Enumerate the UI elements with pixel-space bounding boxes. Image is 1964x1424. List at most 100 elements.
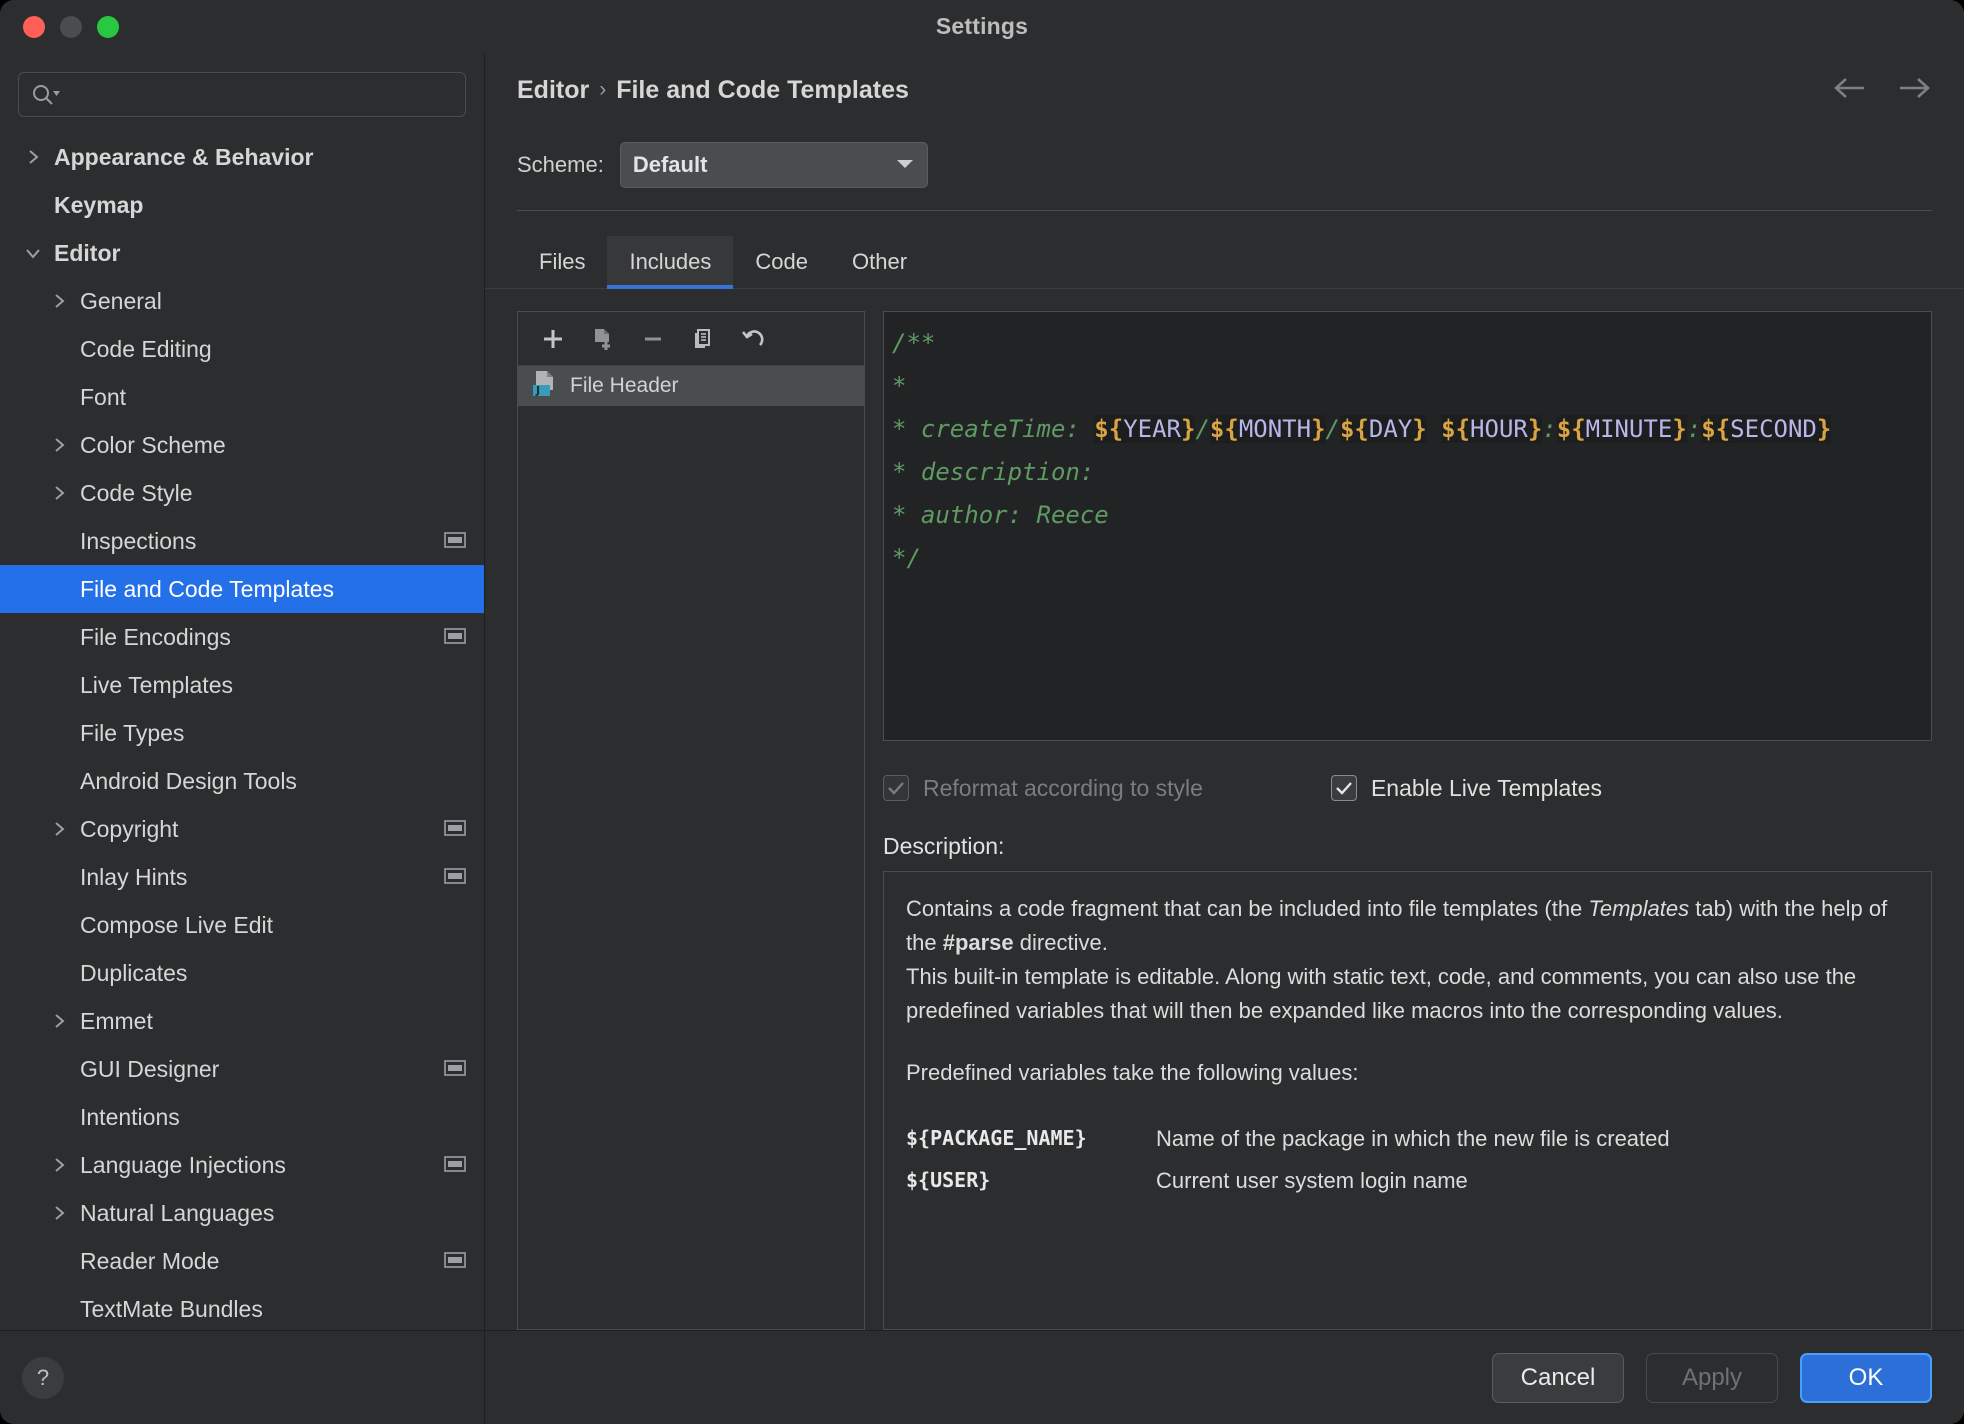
- sidebar-item-inlay-hints[interactable]: Inlay Hints: [0, 853, 484, 901]
- sidebar-item-color-scheme[interactable]: Color Scheme: [0, 421, 484, 469]
- sidebar-item-label: Appearance & Behavior: [54, 143, 314, 170]
- scheme-dropdown[interactable]: Default: [619, 142, 928, 188]
- breadcrumb-parent[interactable]: Editor: [517, 76, 589, 105]
- template-variable: ${HOUR}: [1441, 415, 1543, 443]
- code-line: * createTime: ${YEAR}/${MONTH}/${DAY} ${…: [892, 408, 1931, 451]
- chevron-right-icon[interactable]: [44, 1012, 74, 1030]
- tab-includes[interactable]: Includes: [607, 236, 734, 289]
- code-punctuation: /: [1325, 415, 1340, 443]
- sidebar-item-file-types[interactable]: File Types: [0, 709, 484, 757]
- dialog-footer: Cancel Apply OK: [485, 1330, 1964, 1424]
- chevron-right-icon[interactable]: [44, 484, 74, 502]
- chevron-right-icon[interactable]: [18, 148, 48, 166]
- predefined-variables-table: ${PACKAGE_NAME} Name of the package in wh…: [906, 1118, 1909, 1202]
- variable-row: ${PACKAGE_NAME} Name of the package in wh…: [906, 1118, 1909, 1160]
- sidebar-item-file-and-code-templates[interactable]: File and Code Templates: [0, 565, 484, 613]
- sidebar-item-copyright[interactable]: Copyright: [0, 805, 484, 853]
- code-line: /**: [892, 322, 1931, 365]
- sidebar-item-emmet[interactable]: Emmet: [0, 997, 484, 1045]
- remove-icon[interactable]: [634, 320, 672, 358]
- description-paragraph-1: Contains a code fragment that can be inc…: [906, 896, 1888, 1023]
- duplicate-icon[interactable]: [684, 320, 722, 358]
- template-variable: ${SECOND}: [1701, 415, 1832, 443]
- code-comment: * createTime:: [892, 415, 1095, 443]
- search-input[interactable]: [69, 84, 453, 105]
- settings-tree[interactable]: Appearance & Behavior Keymap Editor General…: [0, 127, 484, 1330]
- sidebar-item-keymap[interactable]: Keymap: [0, 181, 484, 229]
- copy-file-icon[interactable]: [584, 320, 622, 358]
- template-list[interactable]: J File Header: [518, 366, 864, 1329]
- tab-label: Files: [539, 249, 586, 274]
- chevron-down-icon: [895, 156, 915, 175]
- code-comment: * description:: [892, 458, 1095, 486]
- settings-sync-icon: [444, 624, 466, 651]
- sidebar-item-android-design-tools[interactable]: Android Design Tools: [0, 757, 484, 805]
- template-code-editor[interactable]: /** * * createTime: ${YEAR}/${MONTH}/${D…: [883, 311, 1932, 741]
- breadcrumb-separator: ›: [599, 78, 607, 101]
- sidebar-item-code-style[interactable]: Code Style: [0, 469, 484, 517]
- sidebar-item-general[interactable]: General: [0, 277, 484, 325]
- settings-sidebar: Appearance & Behavior Keymap Editor General…: [0, 54, 485, 1424]
- apply-button: Apply: [1646, 1352, 1778, 1403]
- chevron-right-icon[interactable]: [44, 1156, 74, 1174]
- template-list-item[interactable]: J File Header: [518, 366, 864, 406]
- sidebar-item-label: General: [80, 287, 162, 314]
- variables-intro: Predefined variables take the following …: [906, 1060, 1359, 1085]
- code-punctuation: /: [1195, 415, 1210, 443]
- code-comment: */: [892, 544, 921, 572]
- window-body: Appearance & Behavior Keymap Editor General…: [0, 54, 1964, 1424]
- sidebar-item-label: File Encodings: [80, 623, 231, 650]
- sidebar-item-file-encodings[interactable]: File Encodings: [0, 613, 484, 661]
- sidebar-item-label: Language Injections: [80, 1151, 286, 1178]
- sidebar-item-textmate-bundles[interactable]: TextMate Bundles: [0, 1285, 484, 1330]
- settings-sync-icon: [444, 1152, 466, 1179]
- template-list-toolbar: [518, 312, 864, 366]
- svg-text:J: J: [535, 384, 540, 397]
- sidebar-item-label: Code Style: [80, 479, 193, 506]
- sidebar-item-language-injections[interactable]: Language Injections: [0, 1141, 484, 1189]
- java-file-icon: J: [532, 369, 558, 403]
- code-line: * description:: [892, 451, 1931, 494]
- search-box[interactable]: [18, 72, 466, 117]
- chevron-right-icon[interactable]: [44, 820, 74, 838]
- sidebar-item-code-editing[interactable]: Code Editing: [0, 325, 484, 373]
- chevron-right-icon[interactable]: [44, 292, 74, 310]
- divider: [517, 210, 1932, 211]
- sidebar-item-label: Copyright: [80, 815, 179, 842]
- sidebar-item-inspections[interactable]: Inspections: [0, 517, 484, 565]
- code-line: *: [892, 365, 1931, 408]
- reset-icon[interactable]: [734, 320, 772, 358]
- tab-other[interactable]: Other: [830, 236, 929, 288]
- sidebar-item-live-templates[interactable]: Live Templates: [0, 661, 484, 709]
- sidebar-item-reader-mode[interactable]: Reader Mode: [0, 1237, 484, 1285]
- enable-live-templates-checkbox[interactable]: Enable Live Templates: [1330, 775, 1602, 802]
- ok-button[interactable]: OK: [1800, 1352, 1932, 1403]
- back-arrow-icon[interactable]: [1832, 75, 1868, 106]
- help-icon[interactable]: ?: [22, 1356, 64, 1399]
- sidebar-item-compose-live-edit[interactable]: Compose Live Edit: [0, 901, 484, 949]
- tab-code[interactable]: Code: [733, 236, 830, 288]
- sidebar-item-editor[interactable]: Editor: [0, 229, 484, 277]
- sidebar-item-label: Keymap: [54, 191, 144, 218]
- chevron-down-icon[interactable]: [18, 244, 48, 262]
- sidebar-item-natural-languages[interactable]: Natural Languages: [0, 1189, 484, 1237]
- sidebar-item-font[interactable]: Font: [0, 373, 484, 421]
- template-variable: ${YEAR}: [1094, 415, 1196, 443]
- forward-arrow-icon[interactable]: [1896, 75, 1932, 106]
- tab-label: Other: [852, 249, 908, 274]
- sidebar-item-duplicates[interactable]: Duplicates: [0, 949, 484, 997]
- sidebar-item-intentions[interactable]: Intentions: [0, 1093, 484, 1141]
- sidebar-item-appearance-behavior[interactable]: Appearance & Behavior: [0, 133, 484, 181]
- sidebar-item-label: TextMate Bundles: [80, 1295, 263, 1322]
- description-box: Contains a code fragment that can be inc…: [883, 871, 1932, 1330]
- sidebar-item-label: Inlay Hints: [80, 863, 188, 890]
- sidebar-item-label: Intentions: [80, 1103, 180, 1130]
- cancel-button[interactable]: Cancel: [1492, 1352, 1624, 1403]
- sidebar-item-gui-designer[interactable]: GUI Designer: [0, 1045, 484, 1093]
- tab-files[interactable]: Files: [517, 236, 607, 288]
- chevron-right-icon[interactable]: [44, 1204, 74, 1222]
- chevron-right-icon[interactable]: [44, 436, 74, 454]
- add-icon[interactable]: [534, 320, 572, 358]
- sidebar-item-label: Emmet: [80, 1007, 153, 1034]
- template-tabs[interactable]: Files Includes Code Other: [485, 231, 1964, 289]
